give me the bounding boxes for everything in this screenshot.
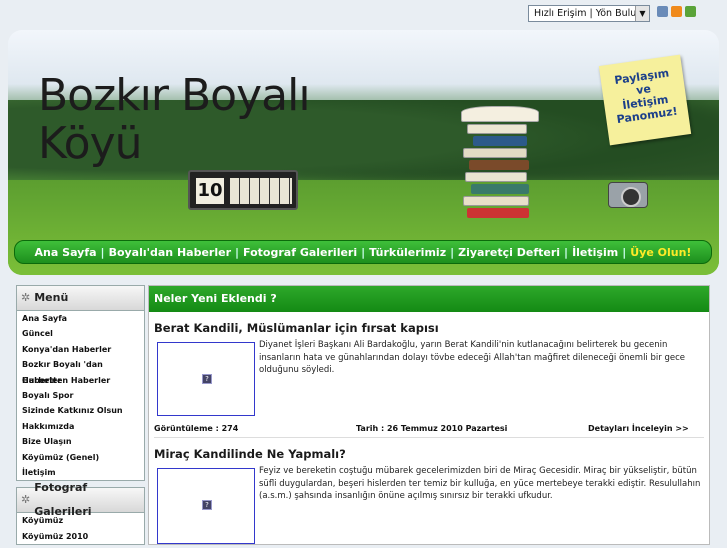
nav-item-guestbook[interactable]: Ziyaretçi Defteri <box>458 246 560 259</box>
menu-list: Ana Sayfa Güncel Konya'dan Haberler Bozk… <box>16 311 145 482</box>
article-views: Görüntüleme : 274 <box>154 424 239 433</box>
nav-item-contact[interactable]: İletişim <box>572 246 618 259</box>
quick-access-label: Hızlı Erişim | Yön Bulucu <box>534 8 648 19</box>
star-icon: ✲ <box>21 291 31 304</box>
top-bar: Hızlı Erişim | Yön Bulucu ▼ <box>0 0 727 28</box>
nav-separator: | <box>100 245 105 259</box>
broken-image-icon: ? <box>202 500 212 510</box>
nav-separator: | <box>622 245 627 259</box>
home-icon[interactable] <box>657 6 668 17</box>
menu-box-title: Menü <box>34 291 69 304</box>
sidebar-item-abroad-news[interactable]: Gurbetten Haberler <box>17 373 144 388</box>
main-content: Neler Yeni Eklendi ? Berat Kandili, Müsl… <box>148 285 710 545</box>
favorite-icon[interactable] <box>685 6 696 17</box>
sidebar: ✲ Menü Ana Sayfa Güncel Konya'dan Haberl… <box>16 285 145 546</box>
gallery-box-header: ✲ Fotograf Galerileri <box>16 481 145 518</box>
nav-separator: | <box>564 245 569 259</box>
sidebar-item-sports[interactable]: Boyalı Spor <box>17 388 144 403</box>
nav-item-register[interactable]: Üye Olun! <box>630 246 691 259</box>
books-icon <box>453 90 543 220</box>
article-title[interactable]: Berat Kandili, Müslümanlar için fırsat k… <box>154 321 439 335</box>
site-header: Bozkır Boyalı Köyü 10 Paylaşım ve İletiş… <box>8 30 719 275</box>
top-icons <box>657 6 696 17</box>
sidebar-item-village-general[interactable]: Köyümüz (Genel) <box>17 450 144 465</box>
article-thumbnail[interactable]: ? <box>157 342 255 416</box>
main-nav: Ana Sayfa | Boyalı'dan Haberler | Fotogr… <box>14 240 712 264</box>
broken-image-icon: ? <box>202 374 212 384</box>
nav-item-news[interactable]: Boyalı'dan Haberler <box>109 246 231 259</box>
main-header: Neler Yeni Eklendi ? <box>149 286 709 312</box>
sidebar-item-contribute[interactable]: Sizinde Katkınız Olsun <box>17 403 144 418</box>
article-card: Miraç Kandilinde Ne Yapmalı? ? Feyiz ve … <box>149 438 709 548</box>
article-details-link[interactable]: Detayları İnceleyin >> <box>588 424 689 433</box>
site-title: Bozkır Boyalı Köyü <box>38 70 311 169</box>
nav-separator: | <box>361 245 366 259</box>
article-card: Berat Kandili, Müslümanlar için fırsat k… <box>149 312 709 437</box>
rss-icon[interactable] <box>671 6 682 17</box>
sidebar-item-konya-news[interactable]: Konya'dan Haberler <box>17 342 144 357</box>
article-title[interactable]: Miraç Kandilinde Ne Yapmalı? <box>154 447 346 461</box>
article-meta: Görüntüleme : 274 Tarih : 26 Temmuz 2010… <box>154 424 699 433</box>
sidebar-item-gallery-2010[interactable]: Köyümüz 2010 <box>17 529 144 544</box>
article-excerpt: Feyiz ve bereketin coştuğu mübarek gecel… <box>259 466 701 501</box>
menu-box-header: ✲ Menü <box>16 285 145 311</box>
nav-item-songs[interactable]: Türkülerimiz <box>369 246 446 259</box>
sidebar-item-reach-us[interactable]: Bize Ulaşın <box>17 434 144 449</box>
sidebar-item-about[interactable]: Hakkımızda <box>17 419 144 434</box>
article-excerpt: Diyanet İşleri Başkanı Ali Bardakoğlu, y… <box>259 340 685 375</box>
nav-separator: | <box>235 245 240 259</box>
site-title-line2: Köyü <box>38 118 143 169</box>
quick-access-select[interactable]: Hızlı Erişim | Yön Bulucu ▼ <box>528 5 650 22</box>
article-date: Tarih : 26 Temmuz 2010 Pazartesi <box>356 424 508 433</box>
site-title-line1: Bozkır Boyalı <box>38 70 311 121</box>
camera-icon <box>608 182 648 208</box>
sidebar-item-home[interactable]: Ana Sayfa <box>17 311 144 326</box>
nav-item-home[interactable]: Ana Sayfa <box>35 246 97 259</box>
calendar-cells <box>230 178 292 204</box>
sidebar-item-current[interactable]: Güncel <box>17 326 144 341</box>
calendar-day: 10 <box>196 178 224 204</box>
chevron-down-icon[interactable]: ▼ <box>635 6 649 21</box>
nav-item-galleries[interactable]: Fotograf Galerileri <box>243 246 357 259</box>
calendar-icon: 10 <box>188 170 298 210</box>
board-note[interactable]: Paylaşım ve İletişim Panomuz! <box>598 54 692 146</box>
sidebar-item-boyali-news[interactable]: Bozkır Boyalı 'dan Haberler <box>17 357 144 384</box>
star-icon: ✲ <box>21 493 31 507</box>
nav-separator: | <box>450 245 455 259</box>
article-thumbnail[interactable]: ? <box>157 468 255 544</box>
